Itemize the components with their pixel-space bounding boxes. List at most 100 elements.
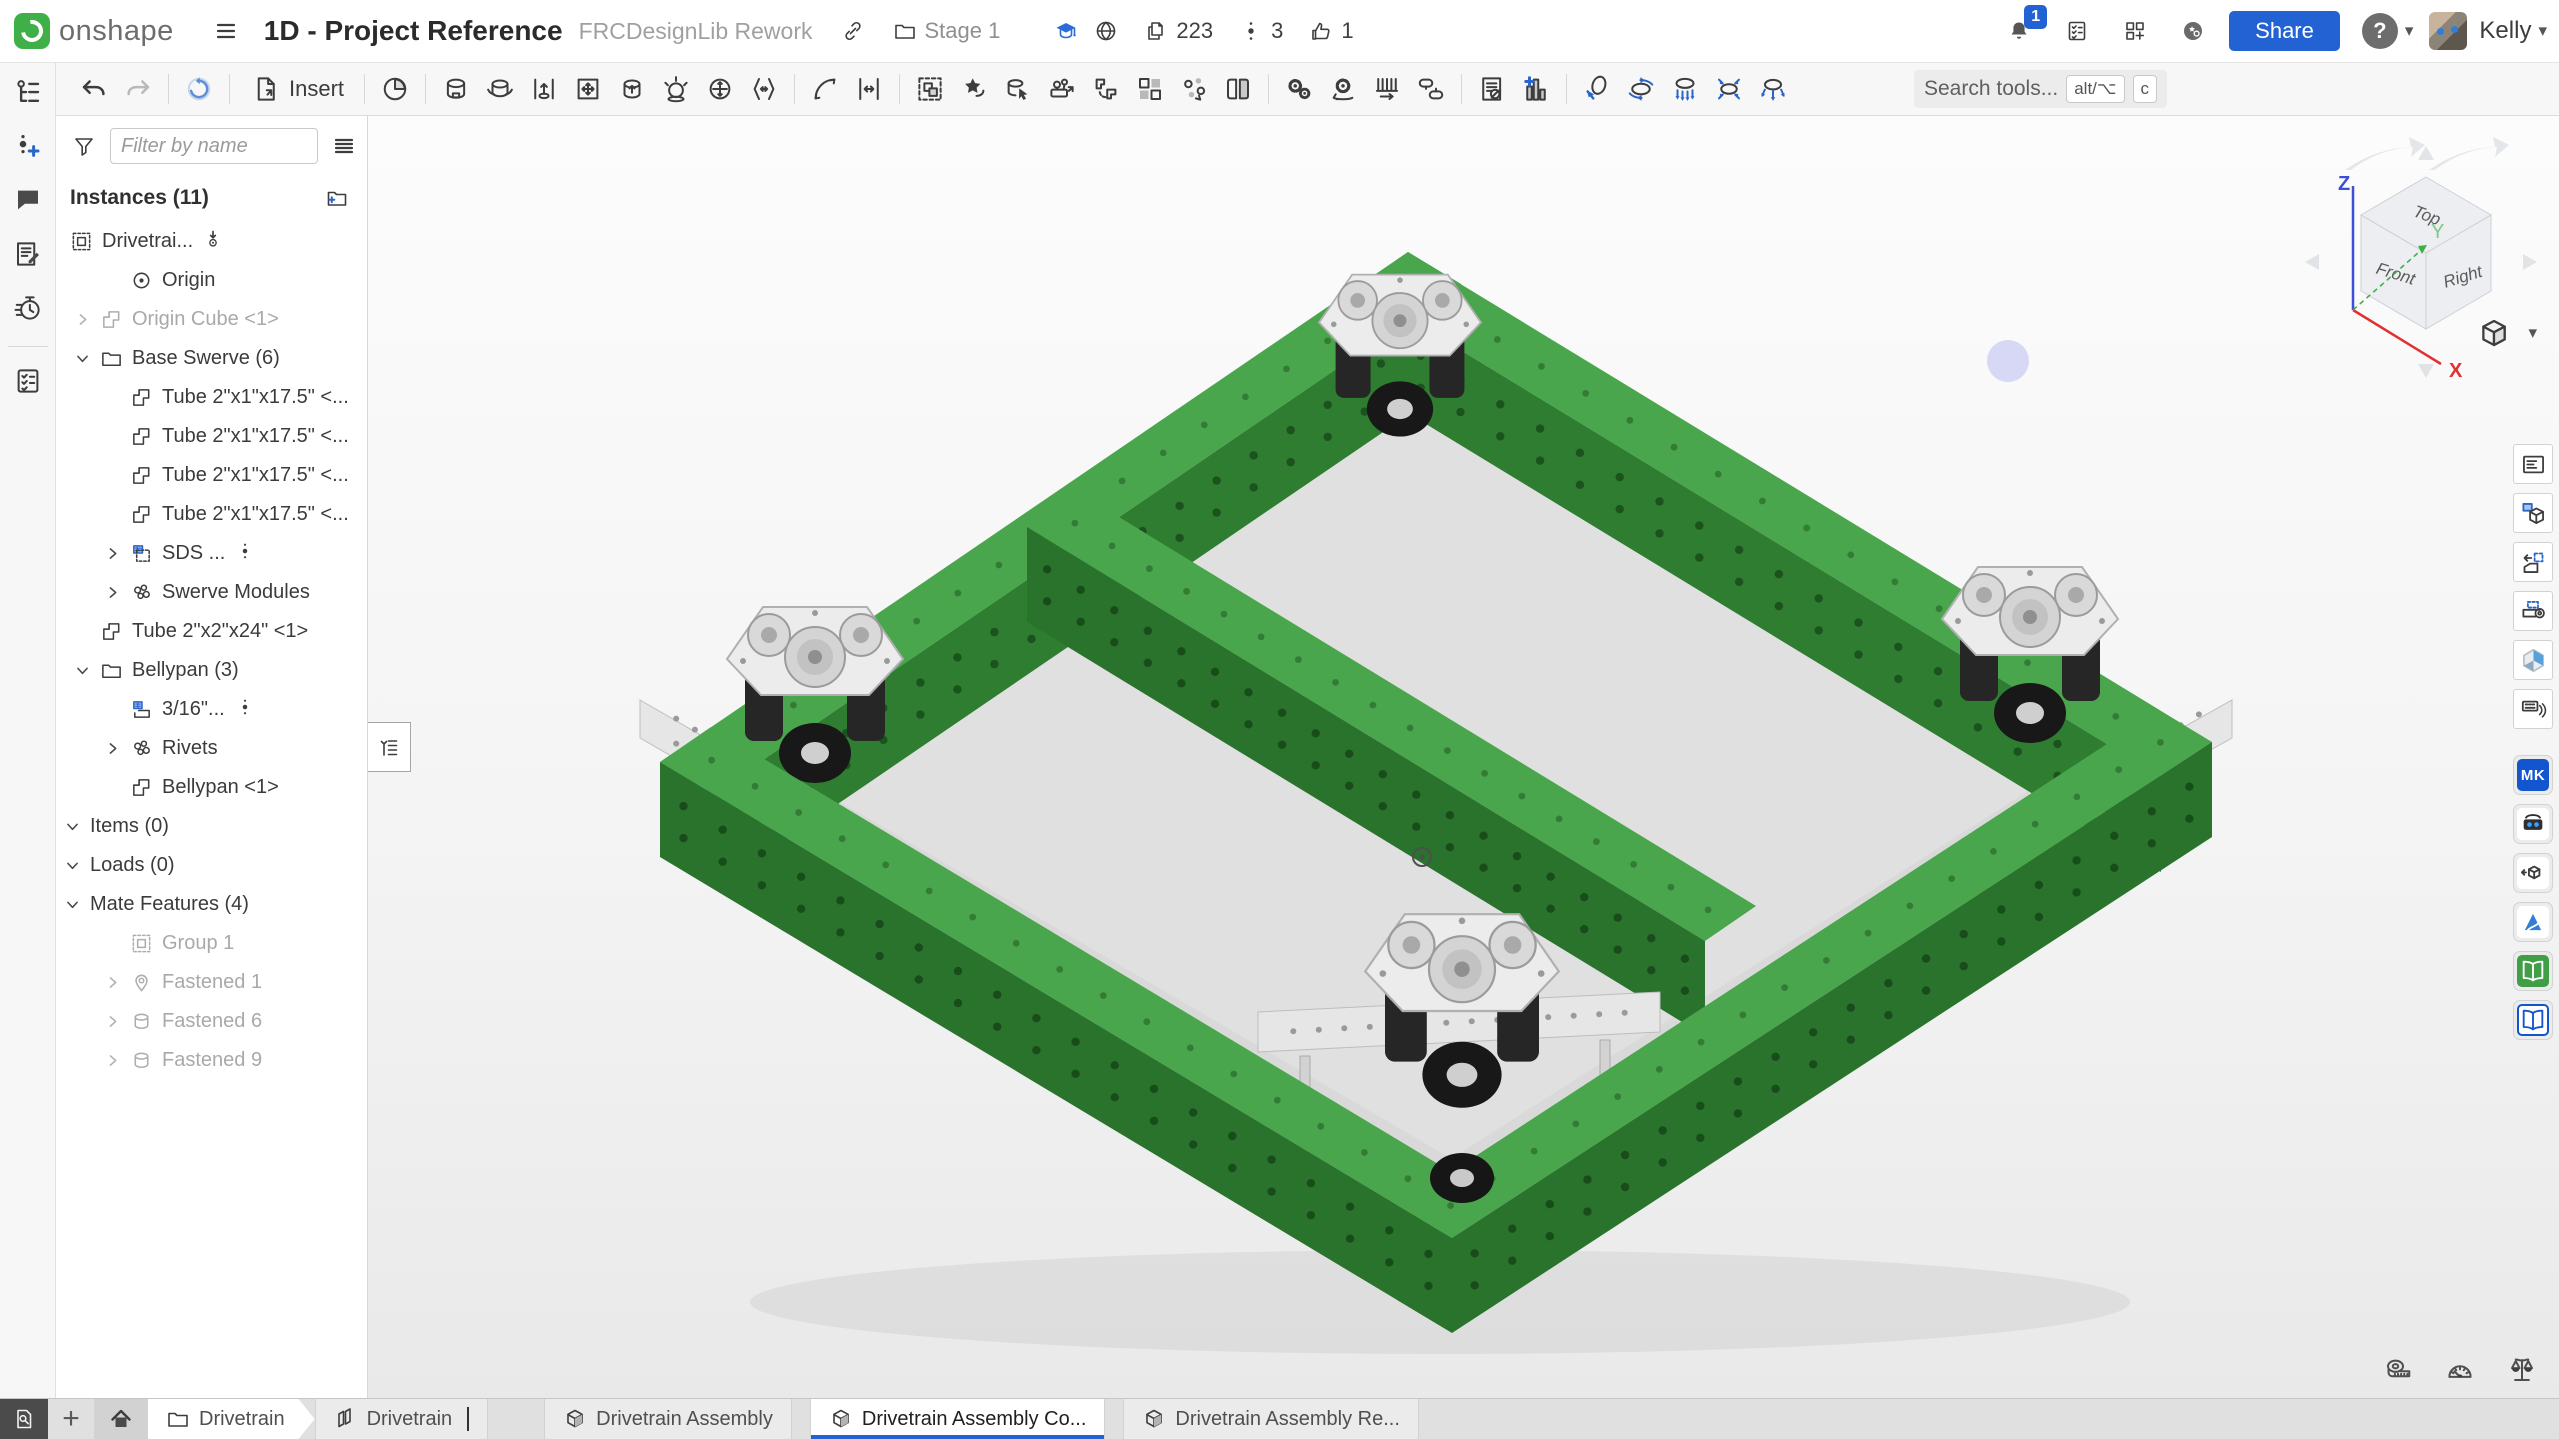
tree-item-items-0[interactable]: Items (0) — [56, 807, 367, 846]
assembly-3d-view[interactable] — [368, 116, 2559, 1399]
sprocket-relation-button[interactable] — [1321, 67, 1365, 111]
sheet-metal-panel-button[interactable] — [2513, 591, 2553, 631]
tree-item-sds[interactable]: SDS ... — [56, 534, 367, 573]
tab-drivetrain-assembly[interactable]: Drivetrain Assembly — [544, 1399, 792, 1439]
peak-app-button[interactable] — [2513, 902, 2553, 942]
fastened-mate-button[interactable] — [434, 67, 478, 111]
insert-item-button[interactable] — [1514, 67, 1558, 111]
parallel-relation-button[interactable] — [742, 67, 786, 111]
list-view-button[interactable] — [326, 128, 362, 164]
mk-app-button[interactable]: MK — [2513, 755, 2553, 795]
structure-list-panel-button[interactable] — [2513, 444, 2553, 484]
tab-drivetrain-assembly-ref[interactable]: Drivetrain Assembly Re... — [1123, 1399, 1419, 1439]
main-menu-button[interactable] — [208, 13, 244, 49]
revolve-tool-button[interactable] — [373, 67, 417, 111]
linear-pattern-button[interactable] — [1128, 67, 1172, 111]
tree-item-origin[interactable]: Origin — [56, 261, 367, 300]
export-part-panel-button[interactable] — [2513, 542, 2553, 582]
history-button[interactable] — [6, 286, 50, 330]
redo-button[interactable] — [116, 67, 160, 111]
anchor-indicator[interactable] — [203, 229, 223, 255]
ball-mate-button[interactable] — [654, 67, 698, 111]
tangent-relation-button[interactable] — [803, 67, 847, 111]
tree-item-fastened-1[interactable]: Fastened 1 — [56, 963, 367, 1002]
tree-item-bellypan-3[interactable]: Bellypan (3) — [56, 651, 367, 690]
tree-item-swerve-modules[interactable]: Swerve Modules — [56, 573, 367, 612]
replace-instance-button[interactable] — [996, 67, 1040, 111]
document-title[interactable]: 1D - Project Reference — [264, 15, 563, 47]
help-button[interactable]: ? — [2362, 13, 2398, 49]
tree-item-3-16[interactable]: 3/16"... — [56, 690, 367, 729]
search-tools-button[interactable]: Search tools... alt/⌥c — [1914, 70, 2167, 108]
snap-spread-button[interactable] — [1751, 67, 1795, 111]
tree-item-tube-2-x1-x17-5[interactable]: Tube 2"x1"x17.5" <... — [56, 417, 367, 456]
docs-blue-button[interactable] — [2513, 1000, 2553, 1040]
docs-green-button[interactable] — [2513, 951, 2553, 991]
rack-relation-button[interactable] — [1365, 67, 1409, 111]
tree-item-tube-2-x1-x17-5[interactable]: Tube 2"x1"x17.5" <... — [56, 495, 367, 534]
undo-button[interactable] — [72, 67, 116, 111]
add-mate-button[interactable] — [6, 124, 50, 168]
config-cube-panel-button[interactable] — [2513, 493, 2553, 533]
tree-item-fastened-6[interactable]: Fastened 6 — [56, 1002, 367, 1041]
new-tab-button[interactable]: + — [48, 1399, 94, 1439]
graphics-viewport[interactable]: Top Front Right Z X Y ▾ MK — [368, 116, 2559, 1399]
comments-button[interactable] — [6, 178, 50, 222]
apps-button[interactable] — [2117, 13, 2153, 49]
view-cube[interactable]: Top Front Right Z X Y — [2291, 132, 2551, 390]
tab-drivetrain-partstudio[interactable]: Drivetrain — [315, 1399, 489, 1439]
tree-item-bellypan-1[interactable]: Bellypan <1> — [56, 768, 367, 807]
slider-mate-button[interactable] — [522, 67, 566, 111]
user-name[interactable]: Kelly — [2479, 17, 2531, 45]
ai-assistant-button[interactable] — [2175, 13, 2211, 49]
structure-panel-button[interactable] — [6, 70, 50, 114]
group-parts-button[interactable] — [908, 67, 952, 111]
insert-button[interactable]: Insert — [238, 67, 356, 111]
document-location[interactable]: Stage 1 — [893, 18, 1001, 44]
filter-input[interactable] — [110, 128, 318, 164]
filter-button[interactable] — [66, 128, 102, 164]
tree-item-base-swerve-6[interactable]: Base Swerve (6) — [56, 339, 367, 378]
mate-dots-indicator[interactable] — [235, 697, 255, 723]
mass-scale-button[interactable] — [2501, 1349, 2543, 1391]
notes-button[interactable] — [6, 232, 50, 276]
mate-dots-indicator[interactable] — [235, 541, 255, 567]
pin-slot-mate-button[interactable] — [698, 67, 742, 111]
snap-mate-button[interactable] — [1707, 67, 1751, 111]
home-tab-button[interactable] — [94, 1399, 148, 1439]
limit-relation-button[interactable] — [847, 67, 891, 111]
featurescript-panel-button[interactable] — [2513, 689, 2553, 729]
revolute-mate-button[interactable] — [478, 67, 522, 111]
tree-item-drivetrai[interactable]: Drivetrai... — [56, 222, 367, 261]
tab-drivetrain-assembly-copy[interactable]: Drivetrain Assembly Co... — [810, 1399, 1106, 1439]
pattern-seed-button[interactable] — [1040, 67, 1084, 111]
robot-app-button[interactable] — [2513, 804, 2553, 844]
belt-relation-button[interactable] — [1409, 67, 1453, 111]
tree-item-loads-0[interactable]: Loads (0) — [56, 846, 367, 885]
named-positions-button[interactable] — [952, 67, 996, 111]
copy-link-button[interactable] — [835, 13, 871, 49]
tree-item-tube-2-x1-x17-5[interactable]: Tube 2"x1"x17.5" <... — [56, 378, 367, 417]
user-menu-caret-icon[interactable]: ▾ — [2538, 21, 2547, 41]
panel-collapse-handle[interactable] — [368, 722, 411, 772]
share-button[interactable]: Share — [2229, 11, 2340, 51]
tree-item-origin-cube-1[interactable]: Origin Cube <1> — [56, 300, 367, 339]
planar-mate-button[interactable] — [566, 67, 610, 111]
onshape-logo-icon[interactable] — [14, 13, 50, 49]
tree-item-group-1[interactable]: Group 1 — [56, 924, 367, 963]
breadcrumb-folder[interactable]: Drivetrain — [148, 1399, 315, 1439]
protractor-button[interactable] — [2439, 1349, 2481, 1391]
circular-pattern-button[interactable] — [1172, 67, 1216, 111]
tree-item-tube-2-x2-x24-1[interactable]: Tube 2"x2"x24" <1> — [56, 612, 367, 651]
cylindrical-mate-button[interactable] — [610, 67, 654, 111]
search-tabs-button[interactable] — [0, 1399, 48, 1439]
export-app-button[interactable] — [2513, 853, 2553, 893]
add-folder-button[interactable] — [319, 180, 355, 216]
cad-app-panel-button[interactable] — [2513, 640, 2553, 680]
user-avatar[interactable] — [2429, 12, 2467, 50]
help-caret-icon[interactable]: ▾ — [2405, 21, 2414, 41]
gear-relation-button[interactable] — [1277, 67, 1321, 111]
tasks-button[interactable] — [2059, 13, 2095, 49]
tree-item-fastened-9[interactable]: Fastened 9 — [56, 1041, 367, 1080]
snap-insert-button[interactable] — [1663, 67, 1707, 111]
